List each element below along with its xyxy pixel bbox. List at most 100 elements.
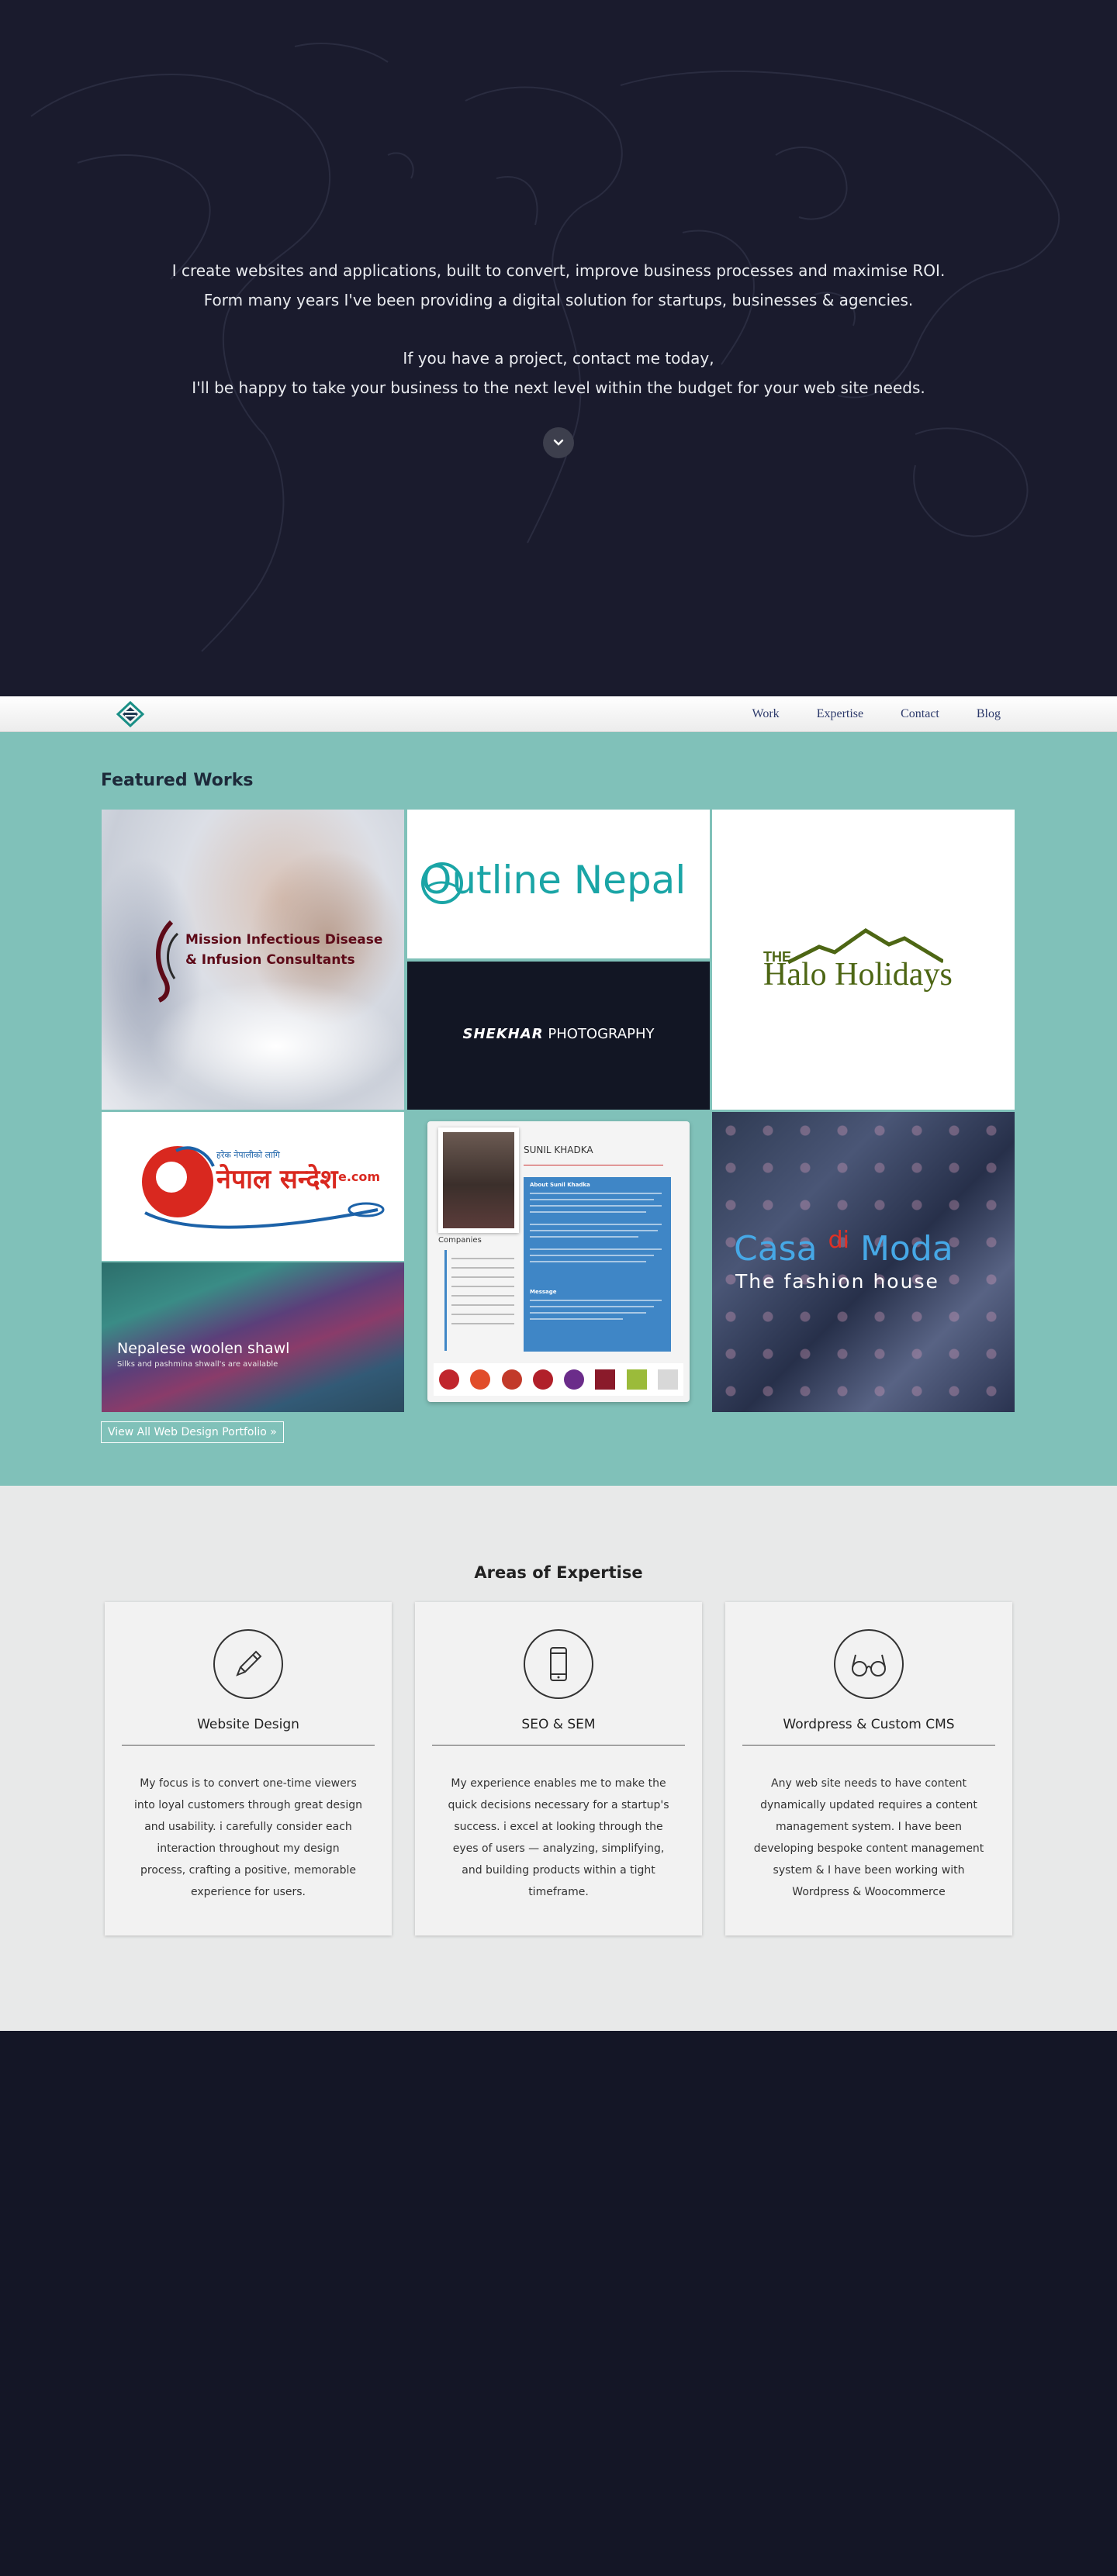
client-logo-icon xyxy=(595,1369,616,1390)
card-description: My experience enables me to make the qui… xyxy=(448,1777,669,1898)
footer xyxy=(0,2031,1117,2576)
work-tile-nepal-sandesh[interactable]: हरेक नेपालीको लागि नेपाल सन्देश e.com xyxy=(102,1112,404,1261)
about-heading: About Sunil Khadka xyxy=(530,1182,590,1188)
text-line xyxy=(451,1295,514,1297)
profile-about-panel: About Sunil Khadka Message xyxy=(524,1177,671,1352)
top-navigation: Work Expertise Contact Blog xyxy=(0,696,1117,732)
client-logo-icon xyxy=(657,1369,678,1390)
featured-works-section: Featured Works Mission Infectious Diseas… xyxy=(0,732,1117,1486)
work-tile-outline-nepal[interactable]: Outline Nepal xyxy=(407,810,710,958)
text-line xyxy=(451,1286,514,1287)
text-line xyxy=(530,1205,662,1207)
scroll-down-button[interactable] xyxy=(543,427,574,458)
icon-circle xyxy=(213,1629,283,1699)
card-description: Any web site needs to have content dynam… xyxy=(753,1777,984,1898)
nepal-sandesh-ecom: e.com xyxy=(338,1169,381,1184)
icon-circle xyxy=(524,1629,593,1699)
work-tile-nepalese-shawl[interactable]: Nepalese woolen shawl Silks and pashmina… xyxy=(102,1262,404,1412)
mobile-phone-icon xyxy=(550,1647,567,1681)
hero-cta: If you have a project, contact me today,… xyxy=(0,344,1117,402)
companies-heading: Companies xyxy=(438,1236,482,1245)
expertise-card-cms: Wordpress & Custom CMS Any web site need… xyxy=(725,1602,1012,1935)
nepal-sandesh-title: नेपाल सन्देश xyxy=(216,1164,338,1195)
work-tile-sunil-khadka[interactable]: SUNIL KHADKA About Sunil Khadka Message xyxy=(407,1112,710,1412)
client-logo-icon xyxy=(626,1369,647,1390)
logo-mark-icon[interactable] xyxy=(115,701,146,727)
work-tile-mission[interactable]: Mission Infectious Disease & Infusion Co… xyxy=(102,810,404,1110)
text-line xyxy=(530,1211,646,1213)
shawl-subtitle: Silks and pashmina shwall's are availabl… xyxy=(117,1360,278,1369)
client-logo-icon xyxy=(564,1369,585,1390)
client-logo-icon xyxy=(501,1369,522,1390)
shekhar-title: SHEKHAR PHOTOGRAPHY xyxy=(407,1026,710,1042)
icon-circle xyxy=(834,1629,904,1699)
nepal-sandesh-tagline: हरेक नेपालीको लागि xyxy=(216,1150,280,1160)
card-divider xyxy=(742,1745,995,1746)
expertise-card-website-design: Website Design My focus is to convert on… xyxy=(105,1602,392,1935)
featured-works-title: Featured Works xyxy=(101,771,254,790)
text-line xyxy=(530,1318,623,1320)
pen-icon xyxy=(236,1650,262,1676)
card-divider xyxy=(432,1745,685,1746)
profile-name: SUNIL KHADKA xyxy=(524,1145,593,1155)
work-tile-casa-di-moda[interactable]: Casa di Moda The fashion house xyxy=(712,1112,1015,1412)
client-logo-icon xyxy=(470,1369,491,1390)
shekhar-name: SHEKHAR xyxy=(462,1026,544,1042)
client-logos-strip xyxy=(434,1363,683,1396)
nav-item-expertise[interactable]: Expertise xyxy=(817,707,863,721)
work-tile-shekhar-photography[interactable]: SHEKHAR PHOTOGRAPHY xyxy=(407,962,710,1110)
card-divider xyxy=(122,1745,375,1746)
client-logo-icon xyxy=(532,1369,553,1390)
shekhar-photography: PHOTOGRAPHY xyxy=(548,1026,655,1042)
casa-di: di xyxy=(828,1227,849,1254)
halo-name: Halo Holidays xyxy=(763,957,953,993)
text-line xyxy=(451,1258,514,1259)
hero-line-3: If you have a project, contact me today, xyxy=(403,349,714,368)
glasses-icon xyxy=(852,1654,886,1676)
expertise-card-seo-sem: SEO & SEM My experience enables me to ma… xyxy=(415,1602,702,1935)
text-line xyxy=(530,1261,646,1262)
card-title: Wordpress & Custom CMS xyxy=(783,1717,955,1732)
text-line xyxy=(451,1304,514,1306)
profile-photo xyxy=(438,1127,519,1233)
text-line xyxy=(530,1199,654,1200)
text-line xyxy=(530,1236,638,1238)
card-title: SEO & SEM xyxy=(521,1717,596,1732)
text-line xyxy=(451,1276,514,1278)
text-line xyxy=(530,1193,662,1194)
text-line xyxy=(530,1248,662,1250)
companies-list xyxy=(444,1250,514,1351)
hero-section: I create websites and applications, buil… xyxy=(0,0,1117,696)
hero-intro: I create websites and applications, buil… xyxy=(0,256,1117,315)
view-all-portfolio-button[interactable]: View All Web Design Portfolio » xyxy=(101,1421,284,1443)
casa-subtitle: The fashion house xyxy=(735,1270,939,1293)
client-logo-icon xyxy=(439,1369,460,1390)
card-description: My focus is to convert one-time viewers … xyxy=(134,1777,362,1898)
profile-card-preview: SUNIL KHADKA About Sunil Khadka Message xyxy=(427,1121,690,1402)
photo-blur xyxy=(148,980,404,1110)
expertise-section: Areas of Expertise Website Design My foc… xyxy=(0,1486,1117,2031)
text-line xyxy=(451,1323,514,1324)
shawl-title: Nepalese woolen shawl xyxy=(117,1340,290,1357)
text-line xyxy=(530,1300,662,1301)
nav-item-contact[interactable]: Contact xyxy=(901,707,939,721)
text-line xyxy=(530,1224,662,1225)
casa-moda: Moda xyxy=(849,1229,953,1269)
chevron-down-icon xyxy=(553,439,564,446)
text-line xyxy=(530,1306,654,1307)
casa-word: Casa xyxy=(734,1229,828,1269)
expertise-title: Areas of Expertise xyxy=(474,1563,643,1582)
hero-line-4: I'll be happy to take your business to t… xyxy=(192,378,925,397)
text-line xyxy=(530,1255,654,1256)
work-tile-halo-holidays[interactable]: THE Halo Holidays xyxy=(712,810,1015,1110)
profile-face xyxy=(443,1132,514,1228)
message-heading: Message xyxy=(530,1289,557,1295)
outline-nepal-title: Outline Nepal xyxy=(421,858,686,903)
text-line xyxy=(451,1267,514,1269)
nav-links: Work Expertise Contact Blog xyxy=(715,696,1001,732)
casa-title: Casa di Moda xyxy=(734,1227,953,1269)
nav-item-work[interactable]: Work xyxy=(752,707,780,721)
hero-line-1: I create websites and applications, buil… xyxy=(171,261,946,280)
hero-line-2: Form many years I've been providing a di… xyxy=(203,291,914,309)
nav-item-blog[interactable]: Blog xyxy=(977,707,1001,721)
